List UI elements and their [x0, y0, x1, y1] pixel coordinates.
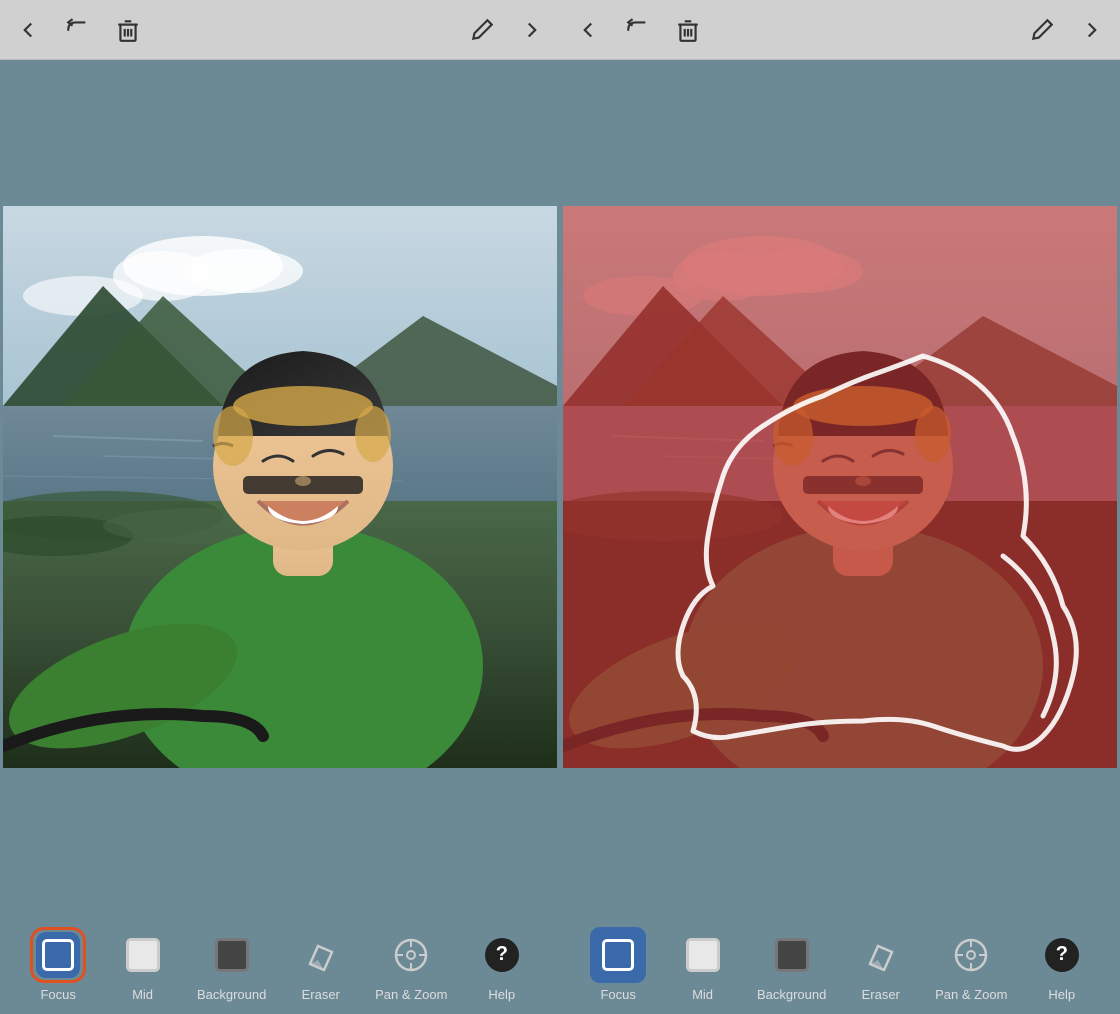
- right-tool-focus[interactable]: Focus: [588, 927, 648, 1002]
- right-back-button[interactable]: [572, 14, 604, 46]
- left-bottom-toolbar: Focus Mid Background Eraser: [0, 914, 560, 1014]
- right-canvas: [563, 206, 1117, 768]
- right-tool-background[interactable]: Background: [757, 927, 826, 1002]
- right-tool-panzoom[interactable]: Pan & Zoom: [935, 927, 1007, 1002]
- right-undo-button[interactable]: [622, 14, 654, 46]
- right-panzoom-label: Pan & Zoom: [935, 987, 1007, 1002]
- left-panzoom-label: Pan & Zoom: [375, 987, 447, 1002]
- delete-button[interactable]: [112, 14, 144, 46]
- left-canvas: [3, 206, 557, 768]
- left-image-area: [0, 60, 560, 914]
- left-panel: Focus Mid Background Eraser: [0, 0, 560, 1014]
- right-tool-help[interactable]: ? Help: [1032, 927, 1092, 1002]
- right-edit-button[interactable]: [1026, 14, 1058, 46]
- right-tool-eraser[interactable]: Eraser: [851, 927, 911, 1002]
- right-focus-label: Focus: [600, 987, 635, 1002]
- left-tool-background[interactable]: Background: [197, 927, 266, 1002]
- right-forward-button[interactable]: [1076, 14, 1108, 46]
- right-mid-label: Mid: [692, 987, 713, 1002]
- left-tool-eraser[interactable]: Eraser: [291, 927, 351, 1002]
- left-eraser-label: Eraser: [302, 987, 340, 1002]
- edit-button[interactable]: [466, 14, 498, 46]
- right-toolbar: [560, 0, 1120, 60]
- left-tool-help[interactable]: ? Help: [472, 927, 532, 1002]
- left-focus-label: Focus: [40, 987, 75, 1002]
- left-mid-label: Mid: [132, 987, 153, 1002]
- right-help-label: Help: [1048, 987, 1075, 1002]
- right-delete-button[interactable]: [672, 14, 704, 46]
- right-eraser-label: Eraser: [862, 987, 900, 1002]
- left-tool-focus[interactable]: Focus: [28, 927, 88, 1002]
- left-background-label: Background: [197, 987, 266, 1002]
- left-help-label: Help: [488, 987, 515, 1002]
- forward-button[interactable]: [516, 14, 548, 46]
- right-image-area: [560, 60, 1120, 914]
- right-background-label: Background: [757, 987, 826, 1002]
- back-button[interactable]: [12, 14, 44, 46]
- left-tool-panzoom[interactable]: Pan & Zoom: [375, 927, 447, 1002]
- undo-button[interactable]: [62, 14, 94, 46]
- left-tool-mid[interactable]: Mid: [113, 927, 173, 1002]
- right-tool-mid[interactable]: Mid: [673, 927, 733, 1002]
- right-bottom-toolbar: Focus Mid Background Eraser: [560, 914, 1120, 1014]
- right-panel: Focus Mid Background Eraser: [560, 0, 1120, 1014]
- left-toolbar: [0, 0, 560, 60]
